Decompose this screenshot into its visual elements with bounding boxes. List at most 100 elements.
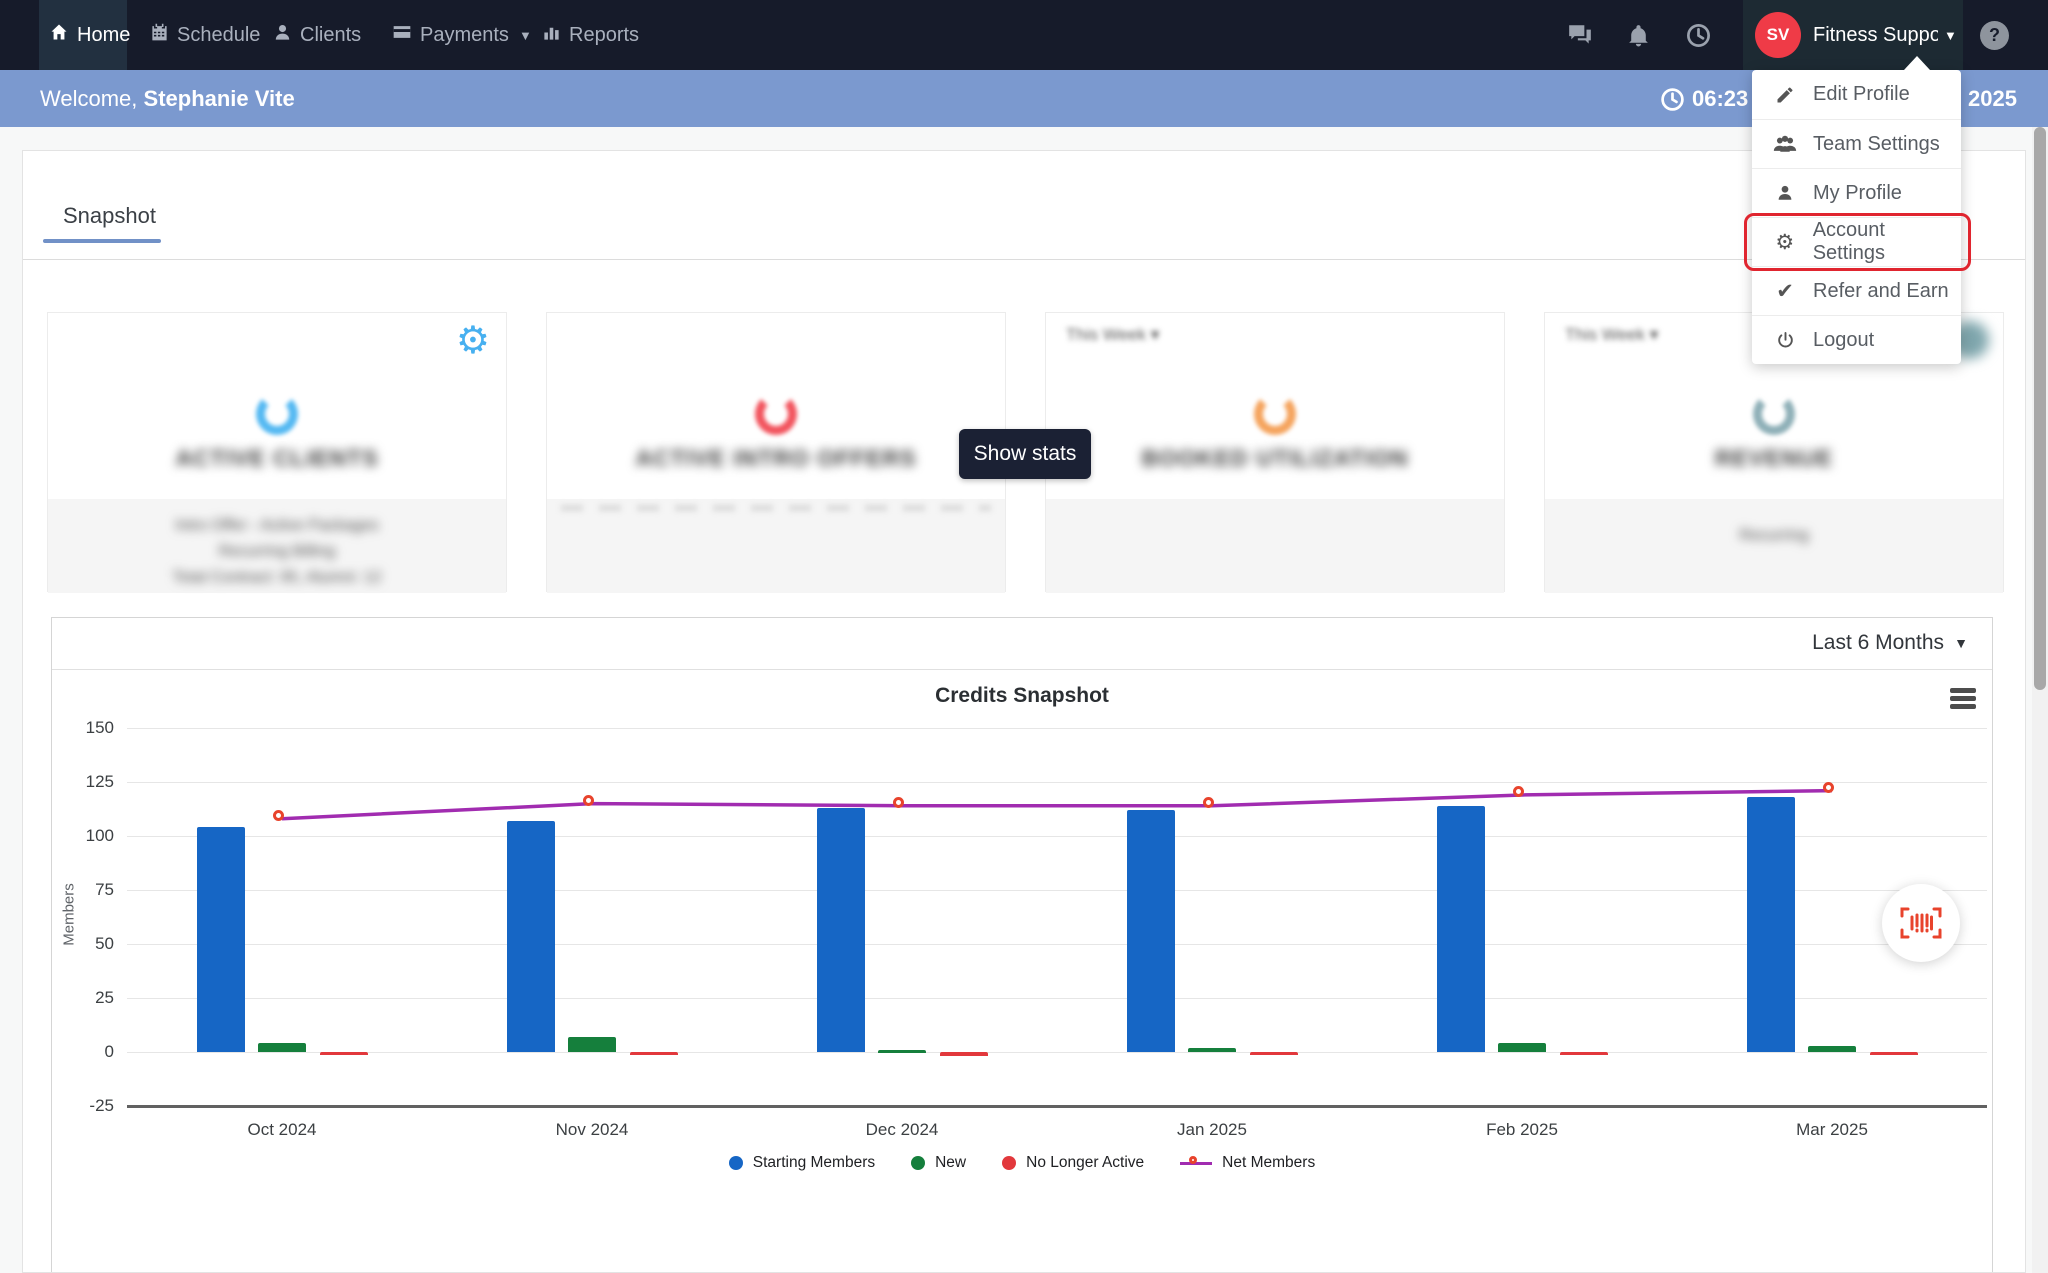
- tab-snapshot[interactable]: Snapshot: [63, 203, 156, 229]
- legend-label: No Longer Active: [1026, 1154, 1144, 1172]
- pencil-icon: [1772, 85, 1798, 105]
- menu-item-account-settings[interactable]: ⚙ Account Settings: [1752, 217, 1961, 266]
- team-icon: [1772, 134, 1798, 154]
- bar-starting-members-dec-2024[interactable]: [817, 808, 865, 1052]
- person-icon: [273, 23, 292, 48]
- nav-item-label: Reports: [569, 24, 639, 47]
- y-tick--25: -25: [60, 1096, 114, 1116]
- bar-no-longer-active-feb-2025[interactable]: [1560, 1052, 1608, 1055]
- legend-label: Starting Members: [753, 1154, 875, 1172]
- stat-card-active-clients[interactable]: ⚙ ACTIVE CLIENTS Intro Offer - Active Pa…: [47, 312, 507, 592]
- bar-no-longer-active-dec-2024[interactable]: [940, 1052, 988, 1056]
- bar-new-oct-2024[interactable]: [258, 1043, 306, 1052]
- nav-item-label: Clients: [300, 24, 361, 47]
- gridline-25: [127, 998, 1987, 999]
- show-stats-button[interactable]: Show stats: [959, 429, 1091, 479]
- legend-item-starting-members[interactable]: Starting Members: [729, 1154, 875, 1172]
- page-scrollbar-thumb[interactable]: [2034, 127, 2046, 690]
- bar-new-dec-2024[interactable]: [878, 1050, 926, 1053]
- y-tick-125: 125: [60, 772, 114, 792]
- bar-no-longer-active-mar-2025[interactable]: [1870, 1052, 1918, 1055]
- period-selector[interactable]: This Week ▾: [1066, 325, 1159, 345]
- y-tick-100: 100: [60, 826, 114, 846]
- card-footer-line: Total Contract: 95, Alumni: 12: [48, 565, 506, 591]
- chat-icon[interactable]: [1558, 13, 1602, 57]
- range-selector[interactable]: Last 6 Months: [1812, 631, 1944, 655]
- nav-item-reports[interactable]: Reports: [532, 0, 649, 70]
- net-members-point-mar-2025[interactable]: [1823, 782, 1834, 793]
- y-tick-25: 25: [60, 988, 114, 1008]
- legend-item-no-longer-active[interactable]: No Longer Active: [1002, 1154, 1144, 1172]
- bar-starting-members-mar-2025[interactable]: [1747, 797, 1795, 1052]
- menu-item-logout[interactable]: Logout: [1752, 315, 1961, 364]
- scan-widget-button[interactable]: [1882, 884, 1960, 962]
- chart-menu-icon[interactable]: [1950, 688, 1976, 710]
- user-dropdown-menu: Edit Profile Team Settings My Profile ⚙ …: [1752, 70, 1961, 364]
- calendar-icon: [150, 23, 169, 48]
- legend-label: Net Members: [1222, 1154, 1315, 1172]
- bar-no-longer-active-oct-2024[interactable]: [320, 1052, 368, 1055]
- nav-item-label: Schedule: [177, 24, 260, 47]
- nav-item-home[interactable]: Home: [39, 0, 127, 70]
- user-menu-trigger[interactable]: SV Fitness Support... ▼: [1743, 0, 1963, 70]
- legend-item-new[interactable]: New: [911, 1154, 966, 1172]
- menu-item-label: Logout: [1813, 329, 1874, 352]
- legend-item-net-members[interactable]: Net Members: [1180, 1154, 1315, 1172]
- x-tick-feb-2025: Feb 2025: [1442, 1120, 1602, 1140]
- y-tick-150: 150: [60, 718, 114, 738]
- spinner-icon: [755, 393, 797, 435]
- chart-range-bar: Last 6 Months ▼: [52, 618, 1992, 670]
- bar-starting-members-feb-2025[interactable]: [1437, 806, 1485, 1052]
- net-members-point-nov-2024[interactable]: [583, 795, 594, 806]
- menu-item-edit-profile[interactable]: Edit Profile: [1752, 70, 1961, 119]
- menu-item-my-profile[interactable]: My Profile: [1752, 168, 1961, 217]
- gridline-125: [127, 782, 1987, 783]
- net-members-point-jan-2025[interactable]: [1203, 797, 1214, 808]
- clock-icon: [1660, 87, 1685, 117]
- bar-starting-members-oct-2024[interactable]: [197, 827, 245, 1052]
- help-icon[interactable]: ?: [1980, 21, 2009, 50]
- menu-item-team-settings[interactable]: Team Settings: [1752, 119, 1961, 168]
- chart-title: Credits Snapshot: [52, 684, 1992, 708]
- nav-item-label: Payments: [420, 24, 509, 47]
- stat-card-booked-utilization[interactable]: This Week ▾ BOOKED UTILIZATION: [1045, 312, 1505, 592]
- bar-no-longer-active-jan-2025[interactable]: [1250, 1052, 1298, 1055]
- gear-icon: ⚙: [1772, 230, 1798, 254]
- bar-starting-members-nov-2024[interactable]: [507, 821, 555, 1052]
- page-scrollbar-track[interactable]: [2032, 127, 2048, 1273]
- welcome-prefix: Welcome,: [40, 86, 144, 111]
- card-footer: Recurring: [1545, 499, 2003, 593]
- bar-starting-members-jan-2025[interactable]: [1127, 810, 1175, 1052]
- clock-icon[interactable]: [1676, 13, 1720, 57]
- nav-item-schedule[interactable]: Schedule: [140, 0, 270, 70]
- menu-item-refer-and-earn[interactable]: ✔ Refer and Earn: [1752, 266, 1961, 315]
- bar-new-jan-2025[interactable]: [1188, 1048, 1236, 1052]
- chevron-down-icon[interactable]: ▼: [1954, 635, 1968, 651]
- blurred-detail-row: [561, 505, 991, 511]
- bar-new-feb-2025[interactable]: [1498, 1043, 1546, 1052]
- bar-new-nov-2024[interactable]: [568, 1037, 616, 1052]
- card-footer-line: Recurring: [1545, 523, 2003, 549]
- spinner-icon: [1753, 393, 1795, 435]
- x-tick-jan-2025: Jan 2025: [1132, 1120, 1292, 1140]
- gear-icon[interactable]: ⚙: [456, 321, 490, 359]
- net-members-point-dec-2024[interactable]: [893, 797, 904, 808]
- menu-item-label: Refer and Earn: [1813, 280, 1949, 303]
- bar-no-longer-active-nov-2024[interactable]: [630, 1052, 678, 1055]
- net-members-point-feb-2025[interactable]: [1513, 786, 1524, 797]
- credit-card-icon: [392, 22, 412, 48]
- stat-card-active-intro-offers[interactable]: ACTIVE INTRO OFFERS: [546, 312, 1006, 592]
- legend-swatch: [1180, 1155, 1212, 1171]
- net-members-point-oct-2024[interactable]: [273, 810, 284, 821]
- nav-item-payments[interactable]: Payments ▼: [382, 0, 542, 70]
- bell-icon[interactable]: [1616, 13, 1660, 57]
- legend-swatch: [1002, 1156, 1016, 1170]
- bar-new-mar-2025[interactable]: [1808, 1046, 1856, 1052]
- spinner-icon: [1254, 393, 1296, 435]
- nav-item-clients[interactable]: Clients: [263, 0, 371, 70]
- period-selector[interactable]: This Week ▾: [1565, 325, 1658, 345]
- y-tick-0: 0: [60, 1042, 114, 1062]
- card-title: ACTIVE INTRO OFFERS: [547, 445, 1005, 472]
- x-tick-dec-2024: Dec 2024: [822, 1120, 982, 1140]
- welcome-bar: Welcome, Stephanie Vite 06:23 A 2025: [0, 70, 2048, 127]
